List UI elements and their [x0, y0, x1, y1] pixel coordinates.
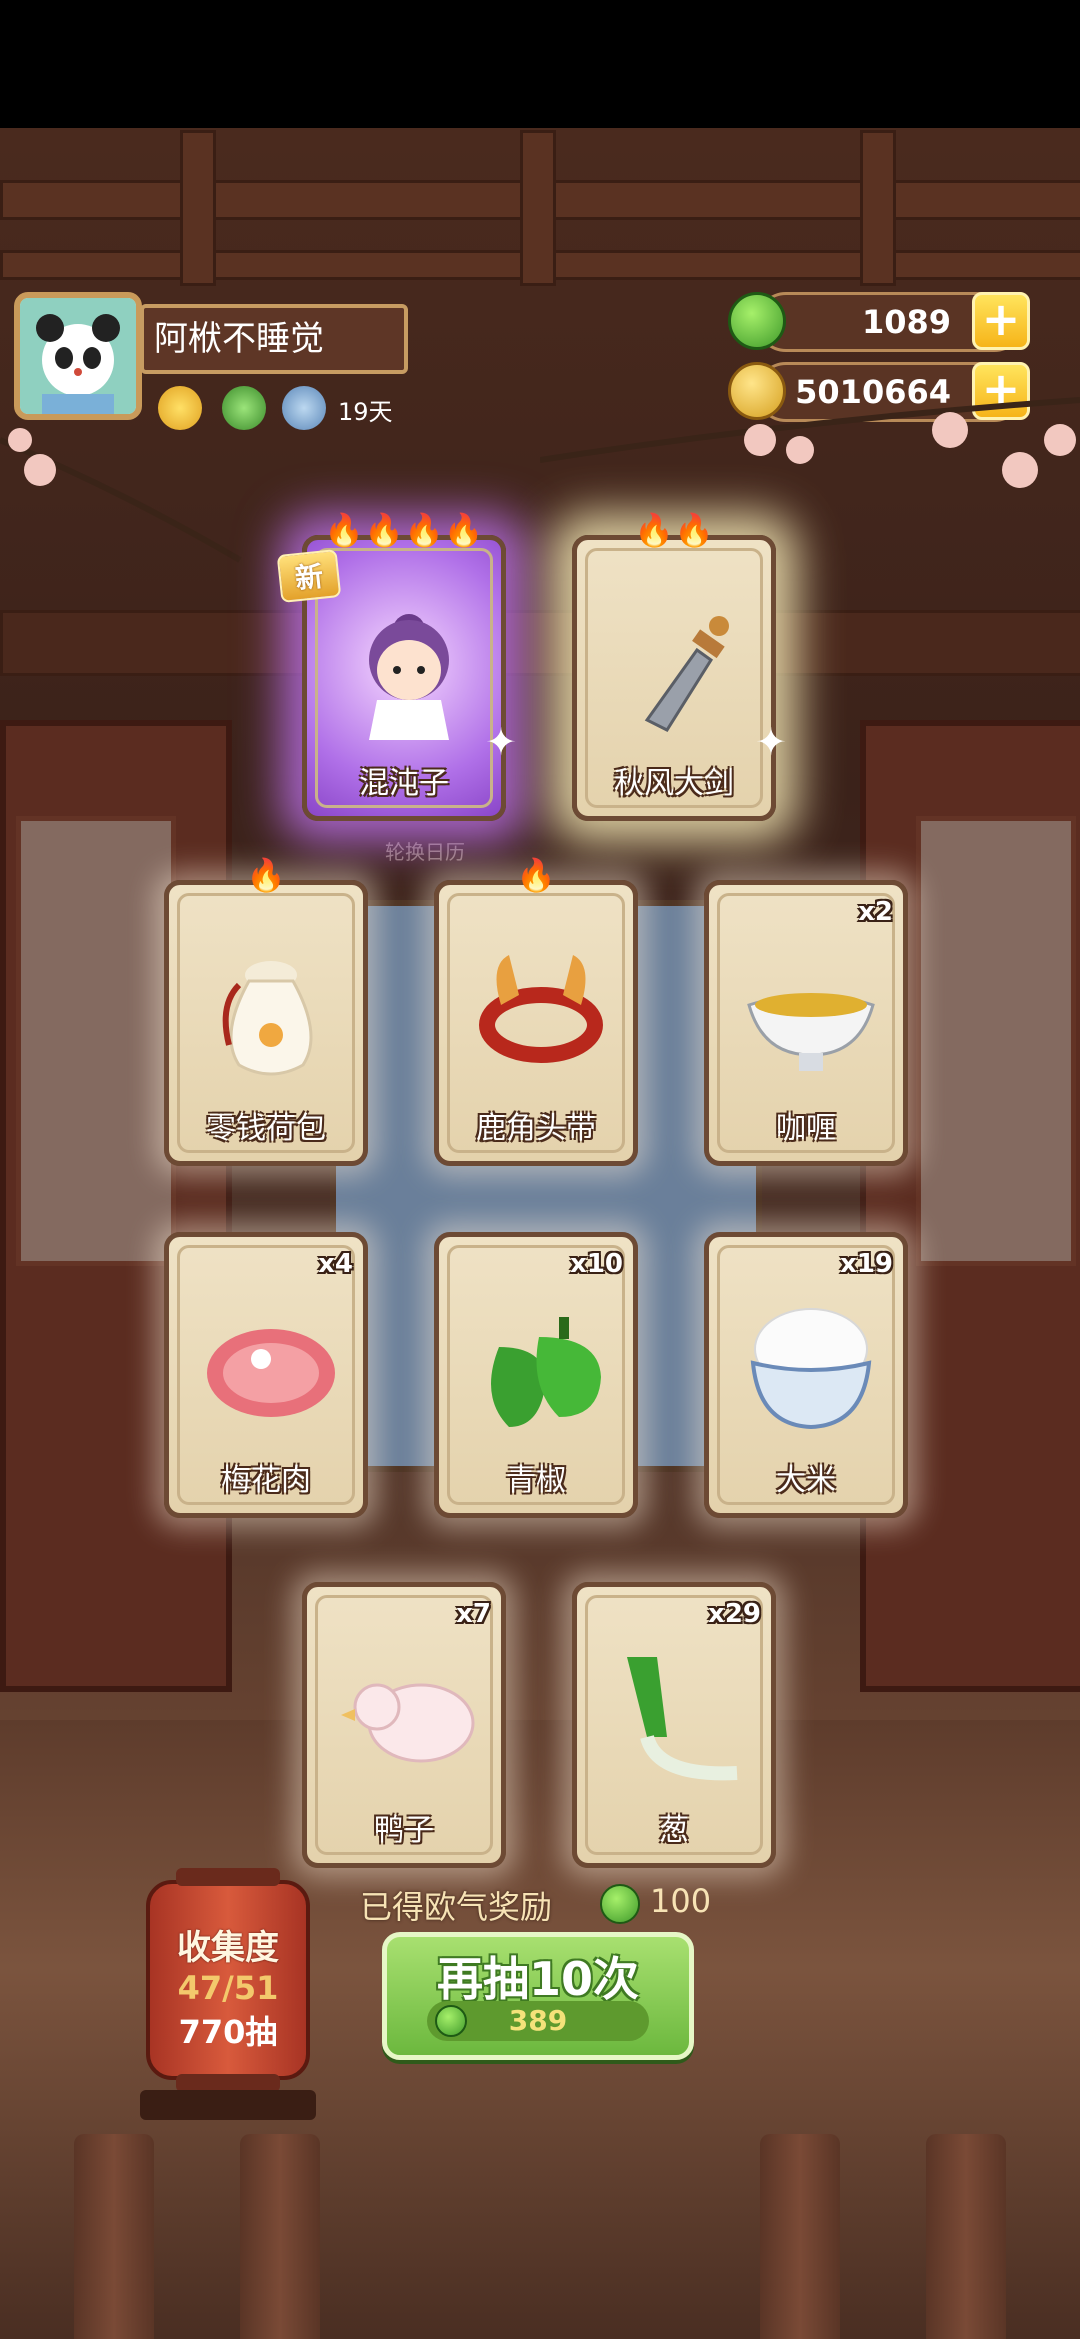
reward-label: 已得欧气奖励	[360, 1888, 553, 1926]
card-curry[interactable]: x2 咖喱	[704, 880, 908, 1166]
card-name: 葱	[659, 1813, 689, 1848]
bowl-boost-icon[interactable]	[282, 386, 326, 430]
total-draws: 770抽	[178, 2013, 278, 2051]
lantern-stand	[140, 2090, 316, 2120]
rarity-flames: 🔥🔥	[634, 511, 714, 549]
rarity-flames: 🔥🔥🔥🔥	[324, 511, 484, 549]
item-count: x4	[318, 1249, 353, 1279]
card-coin-pouch[interactable]: 🔥 零钱荷包	[164, 857, 368, 1166]
green-pepper-icon	[491, 1317, 601, 1427]
sword-icon	[644, 616, 729, 732]
reward-value: 100	[650, 1882, 712, 1920]
jade-icon	[728, 292, 786, 350]
roof-beam	[860, 130, 896, 286]
roof-beam	[520, 130, 556, 286]
card-name: 大米	[776, 1463, 836, 1498]
fence-post	[760, 2134, 840, 2339]
meat-icon	[207, 1329, 335, 1417]
card-name: 鸭子	[374, 1813, 434, 1848]
card-scallion[interactable]: x29 葱	[572, 1582, 776, 1868]
player-name: 阿栿不睡觉	[140, 304, 408, 374]
wall-band	[0, 610, 1080, 676]
collection-title: 收集度	[177, 1928, 279, 1968]
jade-amount: 1089	[861, 303, 951, 341]
card-name: 咖喱	[776, 1111, 836, 1146]
draw-cost: 389	[427, 2001, 649, 2041]
coin-pouch-icon	[222, 961, 313, 1076]
item-count: x7	[456, 1599, 491, 1629]
roof-beam	[180, 130, 216, 286]
item-count: x2	[858, 897, 893, 927]
item-count: x29	[708, 1599, 761, 1629]
collection-progress: 47/51	[177, 1969, 279, 2007]
draw-again-button[interactable]: 再抽10次 389	[382, 1932, 694, 2060]
card-name: 青椒	[506, 1463, 566, 1498]
jade-icon	[600, 1884, 640, 1924]
rice-bowl-icon	[750, 1308, 872, 1430]
scallion-icon	[627, 1657, 738, 1781]
jade-icon	[435, 2005, 467, 2037]
card-hundun[interactable]: 🔥🔥🔥🔥 新 ✦ 混沌子	[276, 512, 517, 821]
collection-lantern[interactable]: 收集度 47/51 770抽	[146, 1868, 310, 2092]
add-jade-button[interactable]: +	[972, 292, 1030, 350]
days-count: 19天	[338, 398, 393, 426]
antler-headband-icon	[479, 955, 603, 1063]
blossom-branch-left	[0, 428, 242, 563]
card-green-pepper[interactable]: x10 青椒	[434, 1232, 638, 1518]
lantern-cap	[176, 1868, 280, 1886]
card-name: 混沌子	[359, 766, 449, 801]
curry-boat-icon	[747, 993, 875, 1071]
new-badge: 新	[276, 548, 342, 604]
status-bar	[0, 0, 1080, 128]
card-rice[interactable]: x19 大米	[704, 1232, 908, 1518]
card-name: 零钱荷包	[206, 1111, 326, 1146]
card-name: 鹿角头带	[476, 1111, 596, 1146]
card-duck[interactable]: x7 鸭子	[302, 1582, 506, 1868]
draw-cost-value: 389	[508, 2004, 568, 2037]
rarity-flames: 🔥	[516, 856, 556, 894]
card-autumn-sword[interactable]: 🔥🔥 ✦ 秋风大剑	[572, 512, 787, 821]
duck-icon	[341, 1683, 475, 1763]
fence-post	[240, 2134, 320, 2339]
draw-again-label: 再抽10次	[436, 1952, 639, 2006]
right-door	[860, 720, 1080, 1692]
card-name: 秋风大剑	[614, 766, 734, 801]
item-count: x19	[840, 1249, 893, 1279]
card-pork-shoulder[interactable]: x4 梅花肉	[164, 1232, 368, 1518]
item-count: x10	[570, 1249, 623, 1279]
fence-post	[74, 2134, 154, 2339]
card-antler-headband[interactable]: 🔥 鹿角头带	[434, 857, 638, 1166]
card-name: 梅花肉	[221, 1463, 311, 1498]
rarity-flames: 🔥	[246, 856, 286, 894]
fence-post	[926, 2134, 1006, 2339]
hundun-character-icon	[369, 614, 449, 740]
